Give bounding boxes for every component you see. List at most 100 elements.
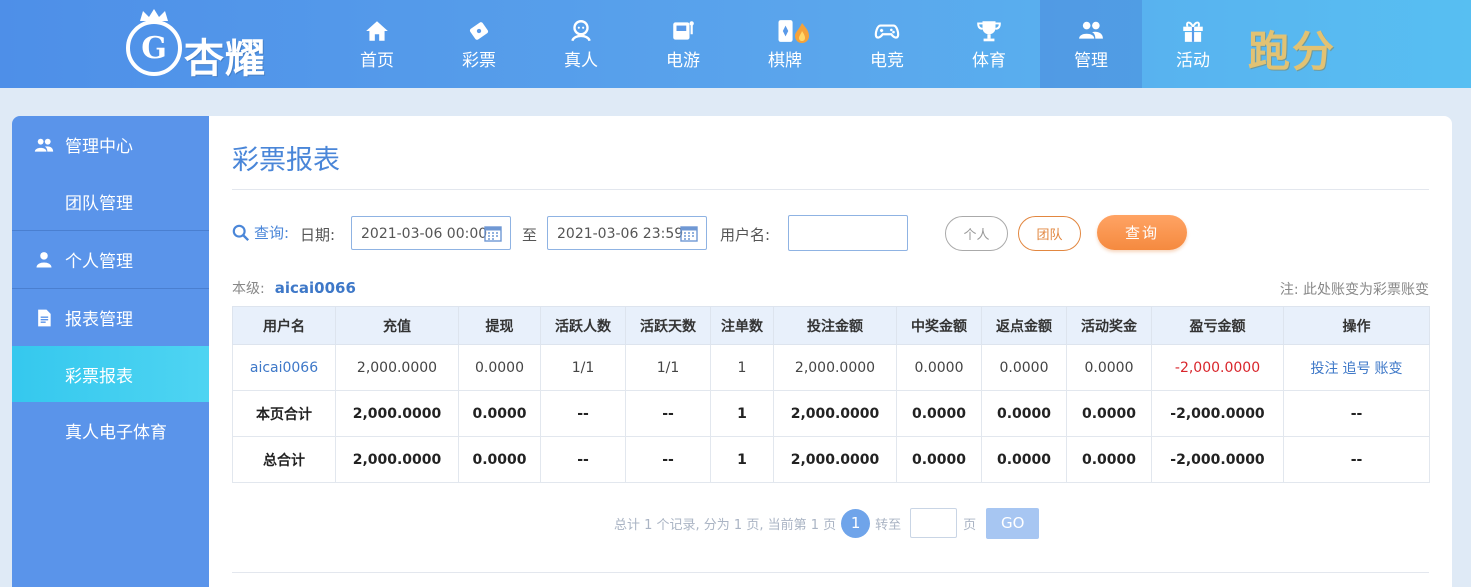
cell-withdraw: 0.0000 <box>458 390 541 437</box>
start-date-input[interactable]: 2021-03-06 00:00 <box>351 216 511 250</box>
cell-rebate: 0.0000 <box>981 344 1067 391</box>
col-header: 充值 <box>335 306 459 345</box>
cell-label: 总合计 <box>232 436 336 483</box>
cell-bet: 2,000.0000 <box>773 344 897 391</box>
sidebar-item-report-manage[interactable]: 报表管理 <box>12 289 209 346</box>
account-change-link[interactable]: 账变 <box>1375 361 1403 377</box>
pagination: 总计 1 个记录, 分为 1 页, 当前第 1 页 1 转至 页 GO <box>614 507 1040 539</box>
nav-promo[interactable]: 活动 <box>1142 0 1244 88</box>
cell-bet: 2,000.0000 <box>773 390 897 437</box>
nav-esports-label: 电竞 <box>870 50 904 71</box>
nav-cards[interactable]: 棋牌 <box>734 0 836 88</box>
level-user[interactable]: aicai0066 <box>275 279 356 297</box>
live-dealer-icon <box>571 19 591 41</box>
col-header: 操作 <box>1283 306 1430 345</box>
col-header: 注单数 <box>710 306 774 345</box>
bottom-divider <box>232 572 1429 573</box>
col-header: 盈亏金额 <box>1151 306 1284 345</box>
sidebar-item-team-manage[interactable]: 团队管理 <box>12 173 209 230</box>
query-button[interactable]: 查询 <box>1097 215 1187 250</box>
pager-summary: 总计 1 个记录, 分为 1 页, 当前第 1 页 <box>614 517 837 533</box>
note-text: 注: 此处账变为彩票账变 <box>1279 282 1429 298</box>
nav-home-label: 首页 <box>360 50 394 71</box>
sidebar-item-label: 彩票报表 <box>65 366 133 387</box>
go-button[interactable]: GO <box>986 507 1040 539</box>
trophy-icon <box>977 20 1001 41</box>
nav-esports[interactable]: 电竞 <box>836 0 938 88</box>
nav-sports[interactable]: 体育 <box>938 0 1040 88</box>
home-icon <box>366 20 388 41</box>
cell-profit: -2,000.0000 <box>1151 344 1284 391</box>
calendar-icon[interactable] <box>484 225 502 242</box>
sidebar-item-label: 真人电子体育 <box>65 423 167 443</box>
col-header: 返点金额 <box>981 306 1067 345</box>
cell-active-users: -- <box>540 436 626 483</box>
cell-active-days: -- <box>625 390 711 437</box>
end-date-input[interactable]: 2021-03-06 23:59 <box>547 216 707 250</box>
chase-link[interactable]: 追号 <box>1343 361 1371 377</box>
nav-cards-label: 棋牌 <box>768 50 802 71</box>
nav-promo-label: 活动 <box>1176 50 1210 71</box>
username-label: 用户名: <box>720 226 771 244</box>
nav-manage-label: 管理 <box>1074 50 1108 71</box>
cell-bonus: 0.0000 <box>1066 390 1152 437</box>
end-date-value: 2021-03-06 23:59 <box>557 226 684 242</box>
sidebar-item-label: 个人管理 <box>65 252 133 272</box>
goto-page-input[interactable] <box>910 508 958 538</box>
nav-lottery-label: 彩票 <box>462 50 496 71</box>
cell-active-users: 1/1 <box>540 344 626 391</box>
sidebar-item-management-center[interactable]: 管理中心 <box>12 116 209 173</box>
nav-lottery[interactable]: 彩票 <box>428 0 530 88</box>
page-unit-label: 页 <box>963 517 977 533</box>
personal-button[interactable]: 个人 <box>945 216 1008 251</box>
nav-sports-label: 体育 <box>972 50 1006 71</box>
col-header: 活跃天数 <box>625 306 711 345</box>
nav-live[interactable]: 真人 <box>530 0 632 88</box>
slot-machine-icon <box>673 20 694 40</box>
col-header: 提现 <box>458 306 541 345</box>
cell-ops: -- <box>1283 436 1430 483</box>
brand-logo[interactable]: G 杏耀 <box>126 9 291 82</box>
sidebar-item-live-electronic-sports[interactable]: 真人电子体育 <box>12 402 209 459</box>
cell-username-link[interactable]: aicai0066 <box>232 344 336 391</box>
main-nav: 首页 彩票 真人 电游 棋牌 电竞 体育 管理 活动 <box>326 0 1244 88</box>
current-page-button[interactable]: 1 <box>841 508 871 538</box>
date-label: 日期: <box>300 226 336 244</box>
cell-win: 0.0000 <box>896 390 982 437</box>
top-header: G 杏耀 首页 彩票 真人 电游 棋牌 电竞 体育 管理 活动 跑分 <box>0 0 1471 88</box>
logo-emblem-letter: G <box>141 30 167 66</box>
main-panel: 彩票报表 查询: 日期: 2021-03-06 00:00 至 2021-03-… <box>209 116 1452 587</box>
col-header: 投注金额 <box>773 306 897 345</box>
cell-rebate: 0.0000 <box>981 436 1067 483</box>
page-title: 彩票报表 <box>232 145 340 176</box>
bet-link[interactable]: 投注 <box>1311 361 1339 377</box>
cell-ops: -- <box>1283 390 1430 437</box>
cell-withdraw: 0.0000 <box>458 344 541 391</box>
sidebar: 管理中心 团队管理 个人管理 报表管理 彩票报表 真人电子体育 <box>12 116 209 587</box>
nav-home[interactable]: 首页 <box>326 0 428 88</box>
cell-win: 0.0000 <box>896 436 982 483</box>
sidebar-item-personal-manage[interactable]: 个人管理 <box>12 231 209 288</box>
start-date-value: 2021-03-06 00:00 <box>361 226 488 242</box>
query-label-text: 查询: <box>254 224 290 242</box>
cell-profit: -2,000.0000 <box>1151 436 1284 483</box>
cell-orders: 1 <box>710 344 774 391</box>
table-row-grand-total: 总合计 2,000.0000 0.0000 -- -- 1 2,000.0000… <box>232 436 1430 483</box>
search-icon <box>232 224 250 241</box>
sidebar-item-label: 报表管理 <box>65 310 133 330</box>
report-icon <box>38 309 51 327</box>
paofen-link[interactable]: 跑分 <box>1248 18 1336 79</box>
username-input[interactable] <box>788 215 908 251</box>
calendar-icon[interactable] <box>680 225 698 242</box>
nav-slots[interactable]: 电游 <box>632 0 734 88</box>
col-header: 中奖金额 <box>896 306 982 345</box>
gamepad-icon <box>874 24 900 39</box>
team-button[interactable]: 团队 <box>1018 216 1081 251</box>
sidebar-item-lottery-report[interactable]: 彩票报表 <box>12 346 209 402</box>
cell-recharge: 2,000.0000 <box>335 436 459 483</box>
nav-manage[interactable]: 管理 <box>1040 0 1142 88</box>
cell-recharge: 2,000.0000 <box>335 344 459 391</box>
lottery-ticket-icon <box>469 21 489 40</box>
level-label: 本级: <box>232 281 265 297</box>
sidebar-item-label: 管理中心 <box>65 137 133 157</box>
